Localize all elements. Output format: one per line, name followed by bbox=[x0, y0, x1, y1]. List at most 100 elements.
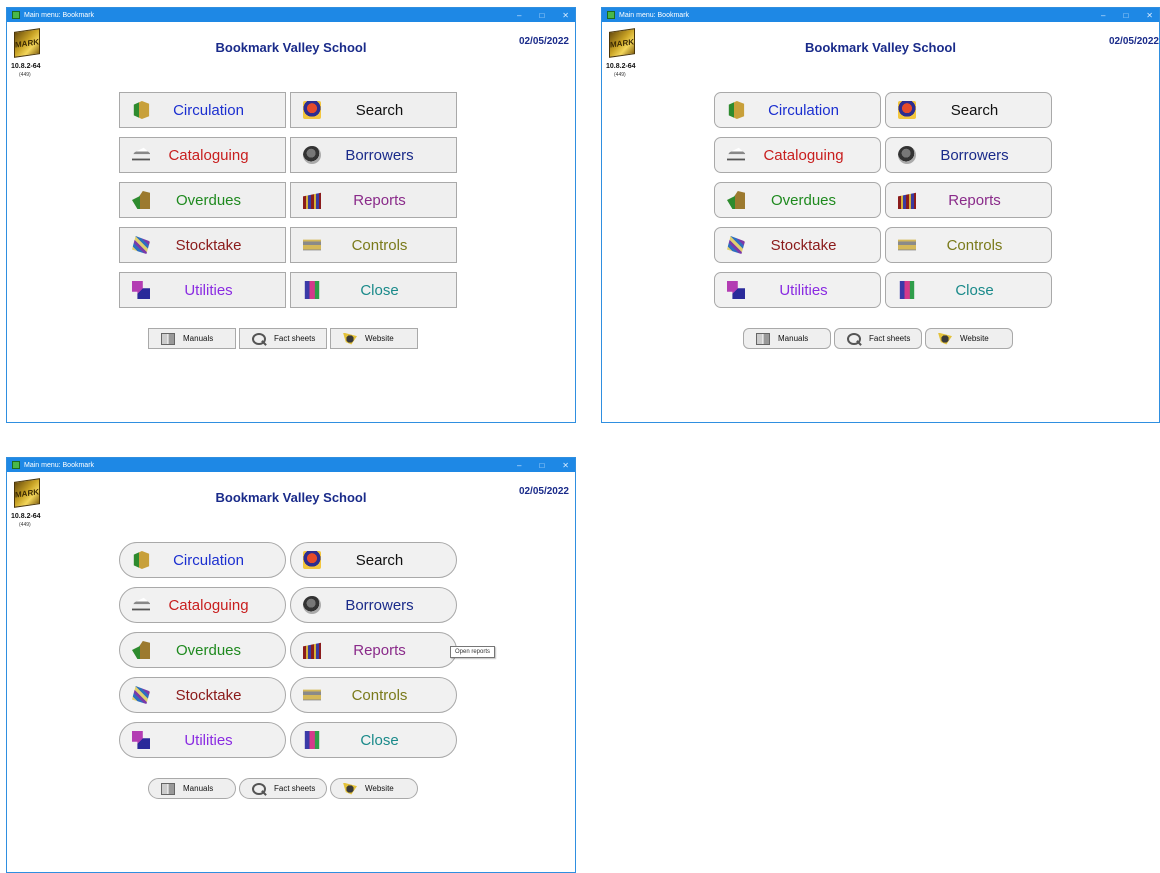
button-label: Overdues bbox=[175, 641, 242, 659]
button-label: Manuals bbox=[183, 784, 214, 793]
button-label: Borrowers bbox=[345, 146, 414, 164]
reports-button[interactable]: Reports bbox=[290, 182, 457, 218]
button-label: Borrowers bbox=[345, 596, 414, 614]
button-label: Manuals bbox=[183, 334, 214, 343]
circulation-button[interactable]: Circulation bbox=[119, 92, 286, 128]
fact-sheets-button[interactable]: Fact sheets bbox=[239, 328, 327, 349]
website-button[interactable]: Website bbox=[330, 778, 418, 799]
current-date: 02/05/2022 bbox=[1108, 36, 1159, 47]
maximize-button[interactable]: □ bbox=[539, 461, 544, 470]
reports-button[interactable]: Reports bbox=[290, 632, 457, 668]
button-label: Close bbox=[360, 731, 399, 749]
fact-sheets-button[interactable]: Fact sheets bbox=[834, 328, 922, 349]
close-button[interactable]: Close bbox=[290, 272, 457, 308]
build-number: (449) bbox=[19, 522, 31, 528]
fact-sheets-button[interactable]: Fact sheets bbox=[239, 778, 327, 799]
school-name: Bookmark Valley School bbox=[215, 490, 367, 505]
manuals-icon bbox=[161, 782, 175, 795]
reports-button[interactable]: Reports bbox=[885, 182, 1052, 218]
cataloguing-button[interactable]: Cataloguing bbox=[714, 137, 881, 173]
search-button[interactable]: Search bbox=[885, 92, 1052, 128]
search-button[interactable]: Search bbox=[290, 92, 457, 128]
borrowers-button[interactable]: Borrowers bbox=[290, 587, 457, 623]
overdues-button[interactable]: Overdues bbox=[119, 632, 286, 668]
build-number: (449) bbox=[614, 72, 626, 78]
borrowers-button[interactable]: Borrowers bbox=[885, 137, 1052, 173]
button-label: Manuals bbox=[778, 334, 809, 343]
overdues-button[interactable]: Overdues bbox=[714, 182, 881, 218]
borrowers-icon bbox=[898, 146, 916, 164]
reports-icon bbox=[303, 192, 321, 209]
button-label: Close bbox=[360, 281, 399, 299]
version-number: 10.8.2-64 bbox=[606, 63, 636, 70]
minimize-button[interactable]: – bbox=[517, 11, 521, 20]
website-button[interactable]: Website bbox=[330, 328, 418, 349]
button-label: Utilities bbox=[184, 281, 233, 299]
close-door-icon bbox=[304, 731, 320, 749]
search-icon bbox=[898, 101, 916, 119]
version-number: 10.8.2-64 bbox=[11, 63, 41, 70]
close-button[interactable]: Close bbox=[885, 272, 1052, 308]
circulation-icon bbox=[728, 101, 745, 119]
manuals-button[interactable]: Manuals bbox=[743, 328, 831, 349]
close-window-button[interactable]: ✕ bbox=[1146, 11, 1153, 20]
cataloguing-icon bbox=[727, 147, 745, 161]
close-door-icon bbox=[899, 281, 915, 299]
help-buttons: Manuals Fact sheets Website bbox=[743, 328, 1013, 349]
utilities-button[interactable]: Utilities bbox=[119, 722, 286, 758]
stocktake-icon bbox=[727, 236, 745, 254]
current-date: 02/05/2022 bbox=[518, 36, 569, 47]
button-label: Cataloguing bbox=[763, 146, 844, 164]
borrowers-button[interactable]: Borrowers bbox=[290, 137, 457, 173]
stocktake-icon bbox=[132, 236, 150, 254]
utilities-icon bbox=[132, 731, 150, 749]
minimize-button[interactable]: – bbox=[1101, 11, 1105, 20]
title-bar[interactable]: Main menu: Bookmark – □ ✕ bbox=[7, 458, 575, 472]
controls-button[interactable]: Controls bbox=[885, 227, 1052, 263]
maximize-button[interactable]: □ bbox=[1123, 11, 1128, 20]
button-label: Stocktake bbox=[175, 686, 242, 704]
button-label: Circulation bbox=[768, 101, 839, 119]
button-label: Utilities bbox=[184, 731, 233, 749]
button-label: Search bbox=[355, 551, 404, 569]
controls-icon bbox=[303, 239, 321, 251]
school-name: Bookmark Valley School bbox=[804, 40, 956, 55]
app-icon bbox=[607, 11, 615, 19]
button-label: Fact sheets bbox=[274, 334, 316, 343]
utilities-icon bbox=[727, 281, 745, 299]
circulation-button[interactable]: Circulation bbox=[119, 542, 286, 578]
controls-icon bbox=[303, 689, 321, 701]
magnifier-icon bbox=[847, 332, 861, 345]
close-door-icon bbox=[304, 281, 320, 299]
maximize-button[interactable]: □ bbox=[539, 11, 544, 20]
utilities-button[interactable]: Utilities bbox=[714, 272, 881, 308]
close-window-button[interactable]: ✕ bbox=[562, 461, 569, 470]
search-icon bbox=[303, 101, 321, 119]
button-label: Controls bbox=[351, 236, 408, 254]
button-label: Reports bbox=[353, 191, 406, 209]
app-icon bbox=[12, 461, 20, 469]
close-window-button[interactable]: ✕ bbox=[562, 11, 569, 20]
close-button[interactable]: Close bbox=[290, 722, 457, 758]
stocktake-button[interactable]: Stocktake bbox=[119, 677, 286, 713]
stocktake-button[interactable]: Stocktake bbox=[714, 227, 881, 263]
cataloguing-button[interactable]: Cataloguing bbox=[119, 137, 286, 173]
overdues-button[interactable]: Overdues bbox=[119, 182, 286, 218]
controls-button[interactable]: Controls bbox=[290, 677, 457, 713]
cataloguing-button[interactable]: Cataloguing bbox=[119, 587, 286, 623]
stocktake-button[interactable]: Stocktake bbox=[119, 227, 286, 263]
title-bar[interactable]: Main menu: Bookmark – □ ✕ bbox=[602, 8, 1159, 22]
controls-button[interactable]: Controls bbox=[290, 227, 457, 263]
title-bar[interactable]: Main menu: Bookmark – □ ✕ bbox=[7, 8, 575, 22]
search-button[interactable]: Search bbox=[290, 542, 457, 578]
reports-icon bbox=[303, 642, 321, 659]
website-button[interactable]: Website bbox=[925, 328, 1013, 349]
manuals-button[interactable]: Manuals bbox=[148, 778, 236, 799]
current-date: 02/05/2022 bbox=[518, 486, 569, 497]
circulation-button[interactable]: Circulation bbox=[714, 92, 881, 128]
minimize-button[interactable]: – bbox=[517, 461, 521, 470]
utilities-button[interactable]: Utilities bbox=[119, 272, 286, 308]
button-label: Search bbox=[355, 101, 404, 119]
utilities-icon bbox=[132, 281, 150, 299]
manuals-button[interactable]: Manuals bbox=[148, 328, 236, 349]
